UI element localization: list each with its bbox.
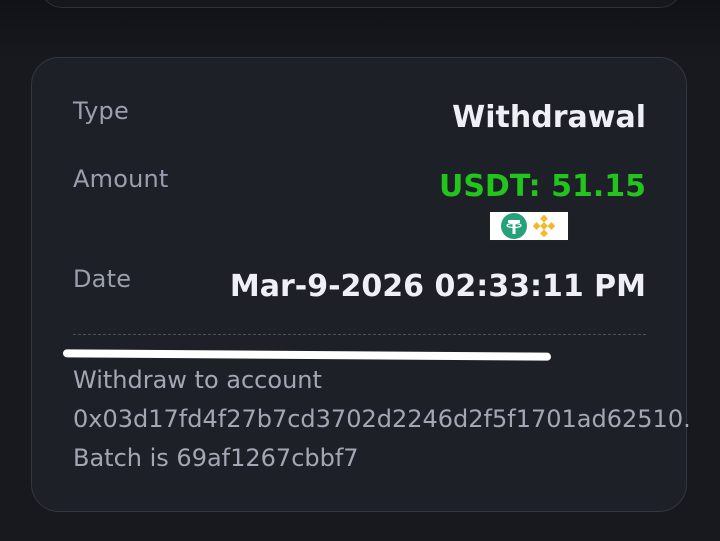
- previous-card: [40, 0, 682, 8]
- amount-label: Amount: [73, 165, 169, 193]
- transaction-memo: Withdraw to account 0x03d17fd4f27b7cd370…: [73, 361, 691, 478]
- type-value: Withdrawal: [452, 100, 646, 135]
- memo-line-2: 0x03d17fd4f27b7cd3702d2246d2f5f1701ad625…: [73, 405, 691, 433]
- transaction-details-card: Type Withdrawal Amount USDT: 51.15 Date …: [31, 57, 691, 512]
- date-label: Date: [73, 265, 132, 293]
- memo-line-3: Batch is 69af1267cbbf7: [73, 444, 359, 472]
- bnb-icon: [531, 213, 557, 239]
- top-shadow: [0, 0, 720, 60]
- type-label: Type: [73, 97, 129, 125]
- date-value: Mar-9-2026 02:33:11 PM: [229, 269, 646, 304]
- amount-value: USDT: 51.15: [438, 169, 646, 204]
- memo-line-1: Withdraw to account: [73, 366, 322, 394]
- tether-icon: [501, 213, 527, 239]
- network-icons: [489, 211, 569, 241]
- divider: [73, 334, 646, 335]
